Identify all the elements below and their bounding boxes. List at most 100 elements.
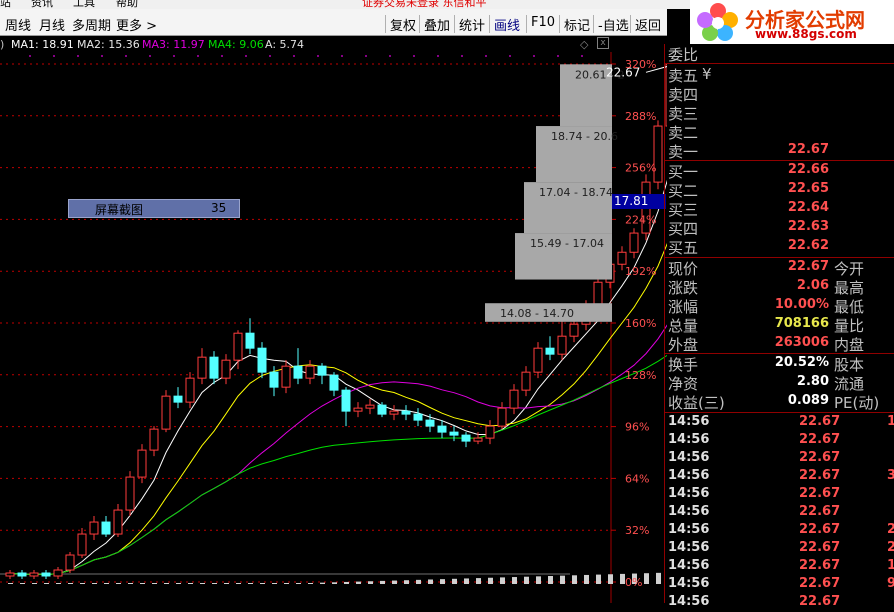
volume-bar xyxy=(428,579,433,584)
tick-price: 22.67 xyxy=(799,558,841,573)
candle-up xyxy=(389,410,399,415)
volume-bar xyxy=(212,583,217,584)
tick-time: 14:56 xyxy=(668,414,710,429)
volume-bar xyxy=(500,577,505,584)
marker-dot xyxy=(101,55,103,57)
tick-volume: 1 xyxy=(887,558,894,573)
axis-label: 32% xyxy=(625,524,649,537)
stat-eps: 收益(三) 0.089 PE(动) xyxy=(668,393,880,412)
candle-down xyxy=(437,425,447,433)
candle-up xyxy=(65,554,75,571)
price-cursor-tag: 17.81 xyxy=(612,194,666,209)
screenshot-tag[interactable]: 屏幕截图 35 xyxy=(68,199,240,218)
menu-item[interactable]: 资讯 xyxy=(31,0,53,9)
tick-row: 14:56 22.67 xyxy=(668,594,894,612)
volume-bar xyxy=(476,578,481,584)
tick-row: 14:56 22.67 xyxy=(668,432,894,450)
candle-down xyxy=(317,365,327,376)
marker-dot xyxy=(485,55,487,57)
back-button[interactable]: 返回 xyxy=(630,15,661,34)
ask3-row: 卖三 xyxy=(668,105,699,123)
tick-volume: 2 xyxy=(887,540,894,555)
marker-dot xyxy=(53,55,55,57)
marker-dot xyxy=(581,55,583,57)
volume-bar xyxy=(656,572,661,584)
close-icon[interactable]: x xyxy=(597,37,609,49)
volume-bar xyxy=(584,574,589,584)
screenshot-label: 屏幕截图 xyxy=(95,203,144,217)
axis-label: 160% xyxy=(625,317,656,330)
watchlist-button[interactable]: -自选 xyxy=(593,15,629,34)
tab-weekly[interactable]: 周线 xyxy=(5,15,31,34)
marker-dot xyxy=(221,55,223,57)
tab-more[interactable]: 更多 > xyxy=(116,15,157,34)
menu-item[interactable]: 站 xyxy=(0,0,11,9)
tick-price: 22.67 xyxy=(799,594,841,609)
ask2-row: 卖二 xyxy=(668,124,699,142)
volume-bar xyxy=(596,574,601,584)
marker-dot xyxy=(125,55,127,57)
candle-up xyxy=(53,569,63,577)
candle-up xyxy=(233,332,243,361)
status-text: 证券交易未登录 东信和平 xyxy=(362,0,487,9)
volume-bar xyxy=(68,583,73,584)
mark-button[interactable]: 标记 xyxy=(559,15,590,34)
candle-up xyxy=(149,428,159,451)
menu-item[interactable]: 帮助 xyxy=(116,0,138,9)
volume-bar xyxy=(20,583,25,584)
f10-button[interactable]: F10 xyxy=(526,15,555,33)
axis-label: 192% xyxy=(625,265,656,278)
candle-up xyxy=(305,365,315,379)
candle-down xyxy=(257,347,267,373)
stat-turnover: 换手 20.52% 股本 xyxy=(668,355,865,374)
candle-down xyxy=(329,374,339,391)
candle-down xyxy=(461,434,471,442)
volume-bar xyxy=(56,583,61,584)
menu-item[interactable]: 工具 xyxy=(73,0,95,9)
tick-time: 14:56 xyxy=(668,558,710,573)
candle-down xyxy=(209,356,219,379)
ma-legend: ) MA1: 18.91 MA2: 15.36 MA3: 11.97 MA4: … xyxy=(0,36,667,52)
overlay-button[interactable]: 叠加 xyxy=(419,15,450,34)
draw-line-button[interactable]: 画线 xyxy=(489,15,520,34)
axis-label: 256% xyxy=(625,162,656,175)
marker-dot xyxy=(269,55,271,57)
tick-time: 14:56 xyxy=(668,522,710,537)
stat-volume: 总量 708166 量比 xyxy=(668,316,865,335)
statistics-button[interactable]: 统计 xyxy=(454,15,485,34)
candle-up xyxy=(557,335,567,355)
tick-price: 22.67 xyxy=(799,576,841,591)
ma3-value: MA3: 11.97 xyxy=(142,38,205,51)
candle-up xyxy=(365,404,375,409)
site-logo: 分析家公式网 www.88gs.com xyxy=(690,0,894,44)
tick-volume: 1 xyxy=(887,414,894,429)
tick-volume: 3 xyxy=(887,468,894,483)
tick-price: 22.67 xyxy=(799,468,841,483)
candle-down xyxy=(401,410,411,415)
ask1-row: 卖一 22.67 xyxy=(668,142,829,161)
candle-up xyxy=(281,365,291,388)
tab-multi-period[interactable]: 多周期 xyxy=(72,15,111,34)
restore-rights-button[interactable]: 复权 xyxy=(385,15,416,34)
volume-bar xyxy=(452,578,457,584)
tab-monthly[interactable]: 月线 xyxy=(39,15,65,34)
tick-list: 14:56 22.67 1 14:56 22.67 14:56 22.67 14:56 22.6… xyxy=(665,414,894,609)
ask4-row: 卖四 xyxy=(668,86,699,104)
volume-bar xyxy=(308,583,313,584)
volume-bar xyxy=(548,576,553,584)
marker-dot xyxy=(533,55,535,57)
volume-bar xyxy=(152,583,157,584)
volume-bar xyxy=(188,583,193,584)
axis-label: 64% xyxy=(625,472,649,485)
volume-bar xyxy=(356,581,361,584)
tick-price: 22.67 xyxy=(799,504,841,519)
tick-price: 22.67 xyxy=(799,414,841,429)
marker-dot xyxy=(173,55,175,57)
diamond-icon[interactable]: ◇ xyxy=(580,38,588,51)
volume-bar xyxy=(236,583,241,584)
candle-up xyxy=(125,476,135,511)
k-line-chart[interactable]: 20.61 - 218.74 - 20.617.04 - 18.7415.49 … xyxy=(0,52,667,603)
candle-down xyxy=(269,371,279,388)
volume-bar xyxy=(464,578,469,584)
volume-bar xyxy=(416,579,421,584)
